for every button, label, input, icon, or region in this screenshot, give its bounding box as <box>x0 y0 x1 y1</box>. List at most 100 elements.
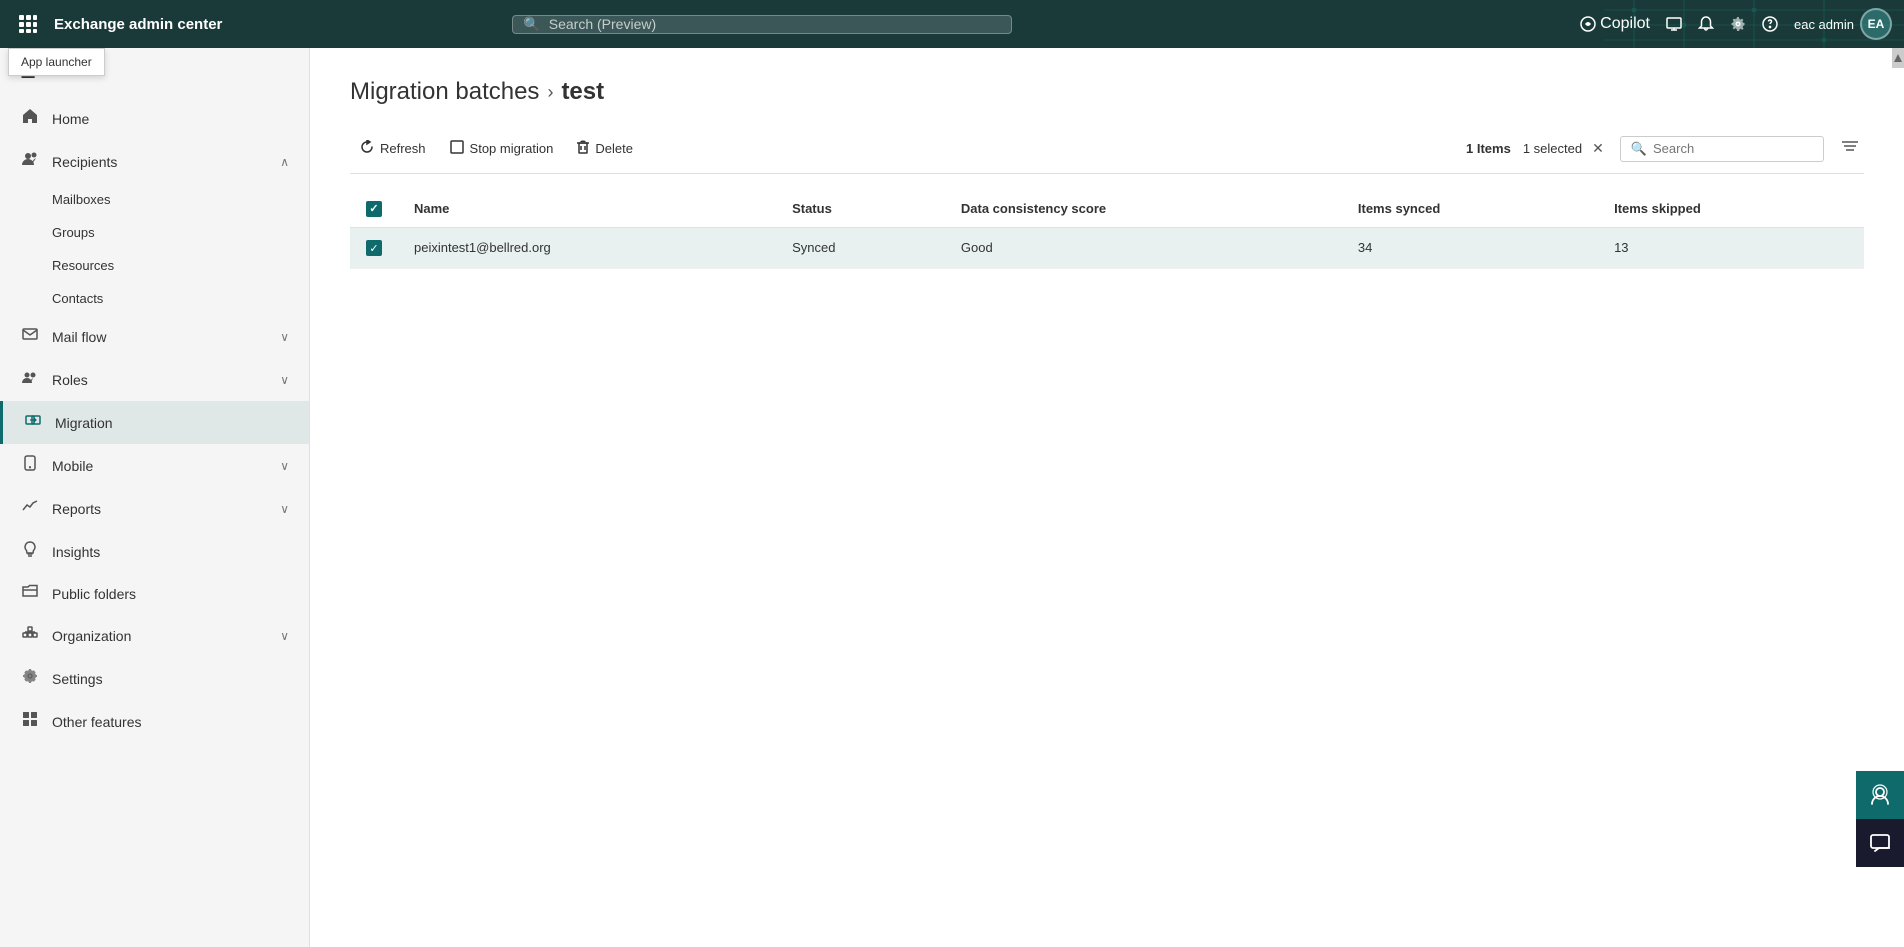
mail-flow-icon <box>20 326 40 347</box>
filter-button[interactable] <box>1836 136 1864 162</box>
row-checkbox[interactable]: ✓ <box>366 240 382 256</box>
sidebar-item-label: Roles <box>52 372 268 388</box>
table-header: ✓ Name Status Data consistency score Ite… <box>350 190 1864 227</box>
chevron-down-icon: ∨ <box>280 459 289 473</box>
chat-button[interactable] <box>1856 819 1904 867</box>
column-status: Status <box>776 190 945 227</box>
cell-data_consistency_score: Good <box>945 227 1342 269</box>
clear-selection-button[interactable]: ✕ <box>1588 138 1608 159</box>
chevron-down-icon: ∨ <box>280 373 289 387</box>
items-count: 1 Items <box>1466 141 1511 156</box>
table-row[interactable]: ✓ peixintest1@bellred.orgSyncedGood3413 <box>350 227 1864 269</box>
sidebar-item-label: Organization <box>52 628 268 644</box>
organization-icon <box>20 625 40 646</box>
sidebar-item-home[interactable]: Home <box>0 97 309 140</box>
layout: ☰ Home Recipients ∧ Mailboxes Groups Res… <box>0 48 1904 947</box>
stop-migration-label: Stop migration <box>470 141 554 156</box>
cell-items_synced: 34 <box>1342 227 1598 269</box>
sidebar-item-insights[interactable]: Insights <box>0 530 309 573</box>
page-title: Migration batches › test <box>350 78 1864 106</box>
delete-icon <box>577 140 589 157</box>
sidebar-item-other-features[interactable]: Other features <box>0 700 309 743</box>
sidebar-item-migration[interactable]: Migration <box>0 401 309 444</box>
breadcrumb-separator: › <box>547 82 553 103</box>
sidebar-item-organization[interactable]: Organization ∨ <box>0 614 309 657</box>
toolbar-right: 1 Items 1 selected ✕ 🔍 <box>1466 136 1864 162</box>
breadcrumb-current: test <box>561 78 604 106</box>
stop-migration-icon <box>450 140 464 157</box>
sidebar-item-label: Other features <box>52 714 289 730</box>
sidebar-item-label: Mail flow <box>52 329 268 345</box>
insights-icon <box>20 541 40 562</box>
app-launcher-button[interactable] <box>12 8 44 40</box>
sidebar-item-label: Public folders <box>52 586 289 602</box>
sidebar-item-label: Reports <box>52 501 268 517</box>
circuit-decoration <box>1604 0 1904 48</box>
public-folders-icon <box>20 584 40 603</box>
search-input[interactable] <box>549 16 1002 32</box>
sidebar-item-mailboxes[interactable]: Mailboxes <box>0 183 309 216</box>
breadcrumb-parent[interactable]: Migration batches <box>350 78 539 106</box>
table-body: ✓ peixintest1@bellred.orgSyncedGood3413 <box>350 227 1864 269</box>
floating-buttons <box>1856 771 1904 867</box>
sidebar: ☰ Home Recipients ∧ Mailboxes Groups Res… <box>0 48 310 947</box>
column-name: Name <box>398 190 776 227</box>
selected-badge: 1 selected ✕ <box>1523 138 1608 159</box>
sidebar-item-resources[interactable]: Resources <box>0 249 309 282</box>
sidebar-item-reports[interactable]: Reports ∨ <box>0 487 309 530</box>
search-icon: 🔍 <box>523 16 540 33</box>
column-items-synced: Items synced <box>1342 190 1598 227</box>
app-title: Exchange admin center <box>54 16 222 33</box>
refresh-button[interactable]: Refresh <box>350 134 436 163</box>
sidebar-item-roles[interactable]: Roles ∨ <box>0 358 309 401</box>
search-icon: 🔍 <box>1631 141 1647 157</box>
app-launcher-tooltip: App launcher <box>8 48 105 76</box>
selected-text: 1 selected <box>1523 141 1582 156</box>
cell-items_skipped: 13 <box>1598 227 1864 269</box>
chevron-up-icon: ∧ <box>280 155 289 169</box>
search-bar: 🔍 <box>512 15 1012 34</box>
sidebar-item-label: Recipients <box>52 154 268 170</box>
chevron-down-icon: ∨ <box>280 330 289 344</box>
chevron-down-icon: ∨ <box>280 502 289 516</box>
sidebar-item-groups[interactable]: Groups <box>0 216 309 249</box>
sidebar-item-mobile[interactable]: Mobile ∨ <box>0 444 309 487</box>
toolbar: Refresh Stop migration Delete 1 Items 1 … <box>350 134 1864 174</box>
table-search-input[interactable] <box>1653 141 1813 156</box>
stop-migration-button[interactable]: Stop migration <box>440 134 564 163</box>
topbar-left: App launcher Exchange admin center <box>12 8 222 40</box>
header-checkbox-col: ✓ <box>350 190 398 227</box>
roles-icon <box>20 369 40 390</box>
settings-icon <box>20 668 40 689</box>
chevron-down-icon: ∨ <box>280 629 289 643</box>
cell-status: Synced <box>776 227 945 269</box>
sidebar-item-recipients[interactable]: Recipients ∧ <box>0 140 309 183</box>
migration-icon <box>23 412 43 433</box>
topbar: App launcher Exchange admin center 🔍 Cop… <box>0 0 1904 48</box>
search-box: 🔍 <box>1620 136 1824 162</box>
sidebar-item-public-folders[interactable]: Public folders <box>0 573 309 614</box>
scroll-indicator <box>1892 48 1904 68</box>
cell-name: peixintest1@bellred.org <box>398 227 776 269</box>
sidebar-item-label: Insights <box>52 544 289 560</box>
data-table: ✓ Name Status Data consistency score Ite… <box>350 190 1864 269</box>
refresh-icon <box>360 140 374 157</box>
select-all-checkbox[interactable]: ✓ <box>366 201 382 217</box>
sidebar-item-settings[interactable]: Settings <box>0 657 309 700</box>
home-icon <box>20 108 40 129</box>
other-features-icon <box>20 711 40 732</box>
sidebar-item-label: Mobile <box>52 458 268 474</box>
mobile-icon <box>20 455 40 476</box>
column-items-skipped: Items skipped <box>1598 190 1864 227</box>
refresh-label: Refresh <box>380 141 426 156</box>
support-button[interactable] <box>1856 771 1904 819</box>
main-content: Migration batches › test Refresh Stop mi… <box>310 48 1904 947</box>
sidebar-item-mail-flow[interactable]: Mail flow ∨ <box>0 315 309 358</box>
sidebar-item-contacts[interactable]: Contacts <box>0 282 309 315</box>
delete-label: Delete <box>595 141 633 156</box>
sidebar-item-label: Home <box>52 111 289 127</box>
recipients-icon <box>20 151 40 172</box>
column-data-consistency: Data consistency score <box>945 190 1342 227</box>
delete-button[interactable]: Delete <box>567 134 643 163</box>
sidebar-item-label: Settings <box>52 671 289 687</box>
